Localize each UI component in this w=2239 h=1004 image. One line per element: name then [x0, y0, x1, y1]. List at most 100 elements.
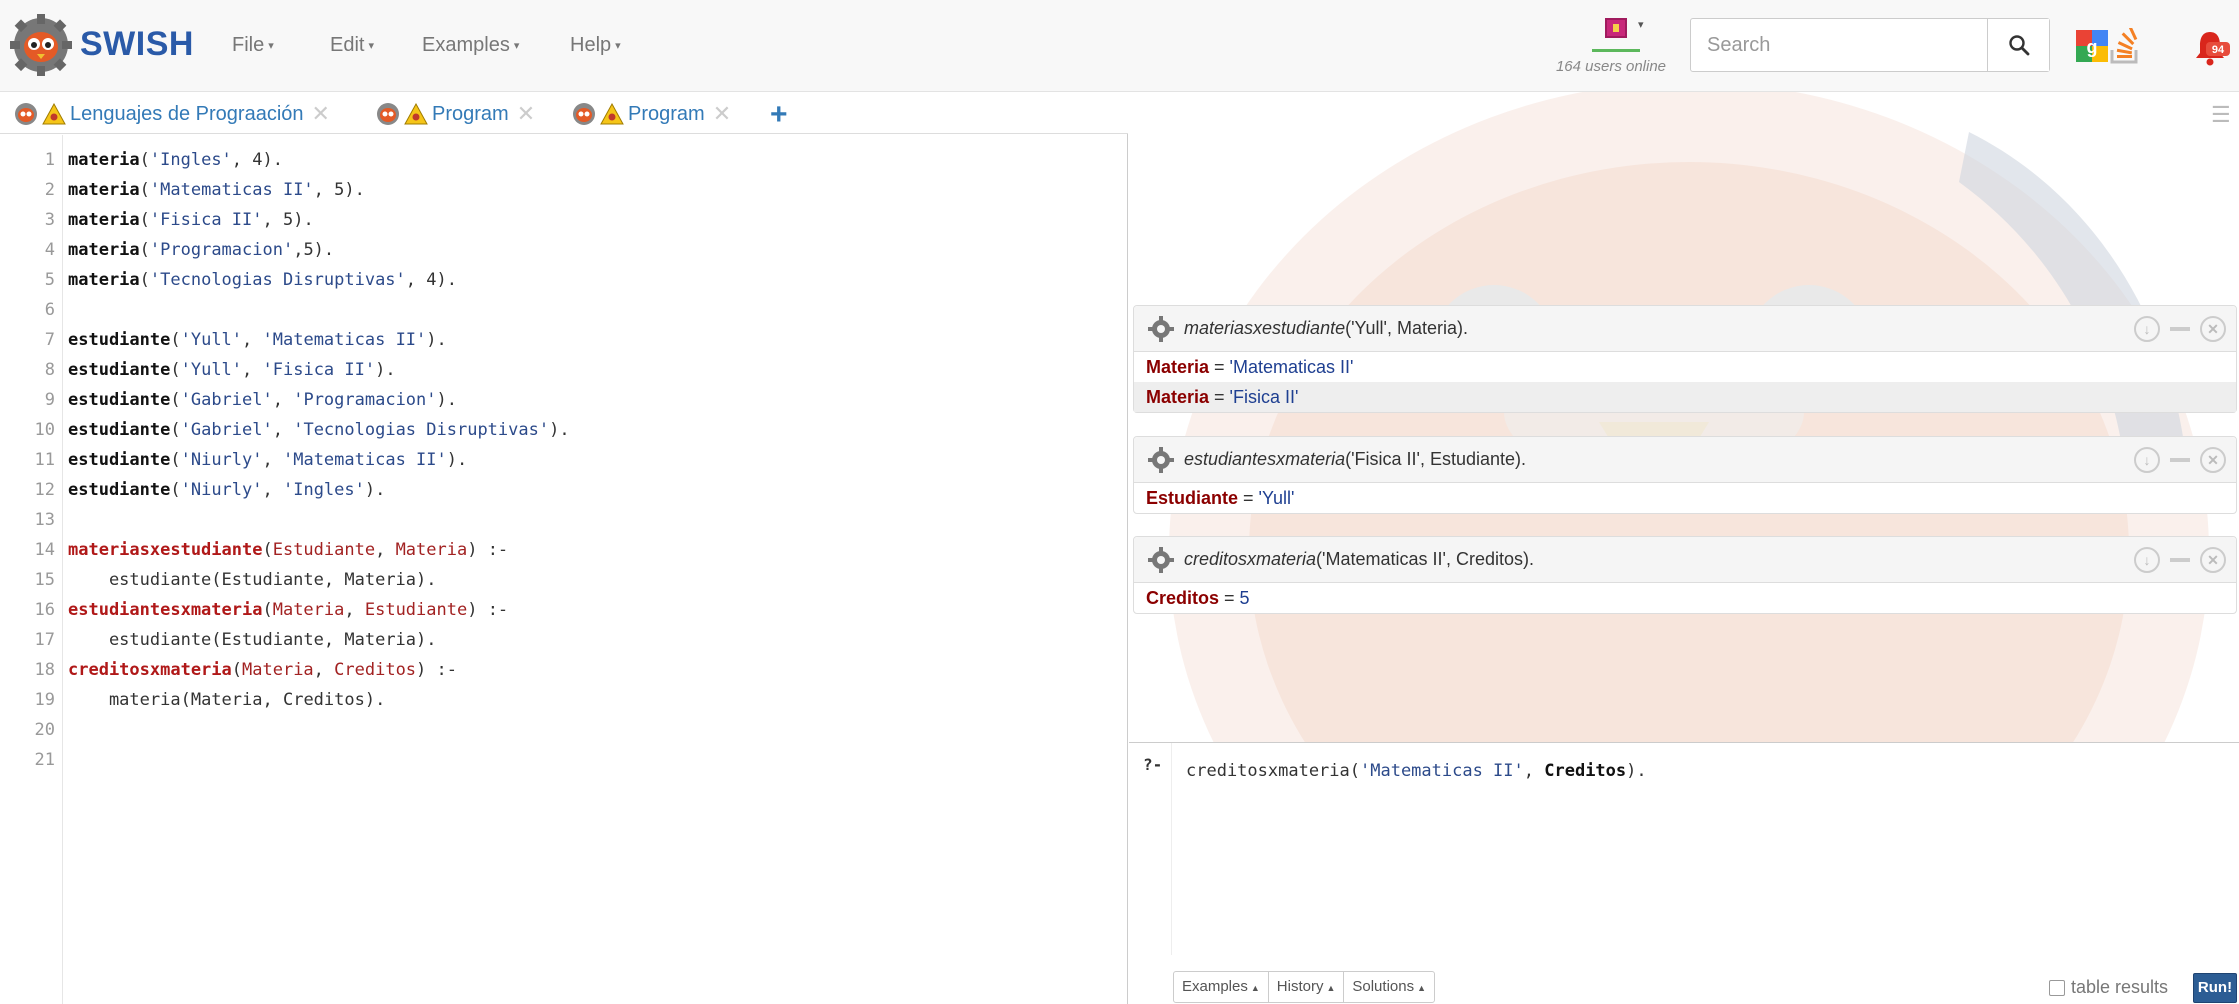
line-number: 15	[34, 570, 55, 590]
atom: 'Gabriel'	[180, 390, 273, 410]
line-number: 5	[44, 270, 55, 290]
answer-variable: Estudiante	[1146, 488, 1239, 508]
hamburger-menu-icon[interactable]: ☰	[2211, 102, 2231, 128]
line-code: estudiante('Gabriel', 'Programacion').	[68, 385, 457, 415]
line-number: 11	[34, 450, 55, 470]
answer-row: Creditos = 5	[1134, 583, 2236, 613]
google-login-icon[interactable]: g	[2076, 30, 2108, 62]
menu-examples[interactable]: Examples ▾	[422, 34, 519, 57]
answer-header: creditosxmateria('Matematicas II', Credi…	[1134, 537, 2236, 583]
line-code: estudiante('Yull', 'Fisica II').	[68, 355, 396, 385]
close-icon[interactable]: ✕	[2200, 316, 2226, 342]
code-line: 2 materia('Matematicas II', 5).	[0, 175, 1127, 205]
punct: ,5).	[293, 240, 335, 260]
line-code: materia('Matematicas II', 5).	[68, 175, 365, 205]
query-args: ('Fisica II', Estudiante).	[1345, 449, 1527, 469]
gear-icon	[1148, 446, 1174, 473]
atom: 'Tecnologias Disruptivas'	[293, 420, 550, 440]
punct: ) :-	[467, 540, 509, 560]
predicate: materia	[68, 210, 140, 230]
results-pane: ☰ materiasxestudiante('Yull', Materia). …	[1129, 92, 2239, 1004]
add-tab-icon[interactable]: +	[770, 98, 788, 132]
download-icon[interactable]: ↓	[2134, 547, 2160, 573]
caret-down-icon: ▾	[268, 40, 274, 53]
run-button[interactable]: Run!	[2193, 973, 2237, 1003]
variable: Materia	[344, 630, 417, 650]
menu-help[interactable]: Help ▾	[570, 34, 621, 57]
variable: Estudiante	[364, 600, 468, 620]
tab-label: Program	[432, 102, 509, 125]
predicate: estudiante	[68, 360, 171, 380]
table-results-checkbox[interactable]	[2049, 979, 2065, 996]
line-number: 10	[34, 420, 55, 440]
line-code: estudiante('Niurly', 'Ingles').	[68, 475, 385, 505]
program-tabs: Lenguajes de Prograación ✕ Program ✕ Pro…	[0, 92, 1128, 134]
punct: (	[170, 330, 181, 350]
gear-icon	[1148, 546, 1174, 573]
solutions-button[interactable]: Solutions ▲	[1344, 972, 1434, 1002]
query-part: ,	[1523, 761, 1545, 781]
query-args: ('Matematicas II', Creditos).	[1316, 549, 1534, 569]
code-line: 12 estudiante('Niurly', 'Ingles').	[0, 475, 1127, 505]
caret-down-icon: ▾	[1638, 19, 1644, 31]
close-icon[interactable]: ✕	[2200, 547, 2226, 573]
tab-program-2[interactable]: Program ✕	[572, 96, 732, 132]
table-results-toggle[interactable]: table results	[2049, 977, 2168, 998]
tab-lenguajes-de-programacion[interactable]: Lenguajes de Prograación ✕	[14, 96, 330, 132]
close-tab-icon[interactable]: ✕	[517, 101, 535, 127]
swish-logo-icon[interactable]	[10, 14, 72, 76]
close-tab-icon[interactable]: ✕	[312, 101, 330, 127]
line-code: creditosxmateria(Materia, Creditos) :-	[68, 655, 457, 685]
brand-title[interactable]: SWISH	[80, 25, 194, 64]
line-number: 18	[34, 660, 55, 680]
line-code: materia('Ingles', 4).	[68, 145, 283, 175]
answer-value: 'Fisica II'	[1229, 387, 1299, 407]
stackoverflow-login-icon[interactable]	[2108, 28, 2142, 64]
warning-icon	[600, 103, 624, 125]
answer-variable: Materia	[1146, 357, 1210, 377]
examples-button[interactable]: Examples ▲	[1174, 972, 1269, 1002]
code-line: 5 materia('Tecnologias Disruptivas', 4).	[0, 265, 1127, 295]
menu-file-label: File	[232, 34, 265, 56]
notification-bell-icon[interactable]: 94	[2190, 28, 2230, 68]
variable: Estudiante	[272, 540, 376, 560]
answer-query: creditosxmateria('Matematicas II', Credi…	[1184, 549, 1534, 570]
code-line: 10 estudiante('Gabriel', 'Tecnologias Dis…	[0, 415, 1127, 445]
punct: ,	[344, 600, 365, 620]
download-icon[interactable]: ↓	[2134, 447, 2160, 473]
line-number: 12	[34, 480, 55, 500]
variable: Creditos	[282, 690, 365, 710]
tab-program-1[interactable]: Program ✕	[376, 96, 535, 132]
predicate: materia	[68, 180, 140, 200]
notification-count: 94	[2212, 44, 2225, 56]
menu-edit[interactable]: Edit ▾	[330, 34, 374, 57]
line-code: estudiante(Estudiante, Materia).	[68, 625, 437, 655]
punct: ,	[313, 660, 335, 680]
search-input[interactable]	[1691, 19, 1987, 71]
predicate: estudiante	[68, 480, 171, 500]
minimize-icon[interactable]	[2170, 327, 2190, 331]
code-line: 3 materia('Fisica II', 5).	[0, 205, 1127, 235]
menu-file[interactable]: File ▾	[232, 34, 274, 57]
line-code: materia(Materia, Creditos).	[68, 685, 385, 715]
caret-down-icon: ▾	[615, 40, 621, 53]
atom: 'Ingles'	[149, 150, 232, 170]
punct: ).	[549, 420, 570, 440]
search-box	[1690, 18, 2050, 72]
code-editor[interactable]: 1 materia('Ingles', 4). 2 materia('Matemat…	[0, 135, 1127, 1004]
atom: 'Fisica II'	[262, 360, 376, 380]
users-online-widget[interactable]: ▾ 164 users online	[1552, 14, 1670, 80]
query-text: creditosxmateria('Matematicas II', Credi…	[1186, 761, 1647, 781]
punct: ,	[262, 690, 283, 710]
close-icon[interactable]: ✕	[2200, 447, 2226, 473]
answer-box: materiasxestudiante('Yull', Materia). ↓ …	[1133, 305, 2237, 413]
search-button[interactable]	[1987, 19, 2049, 71]
close-tab-icon[interactable]: ✕	[713, 101, 731, 127]
predicate: materia	[68, 270, 140, 290]
query-editor[interactable]: creditosxmateria('Matematicas II', Credi…	[1171, 743, 2239, 955]
minimize-icon[interactable]	[2170, 558, 2190, 562]
history-button[interactable]: History ▲	[1269, 972, 1345, 1002]
warning-icon	[404, 103, 428, 125]
download-icon[interactable]: ↓	[2134, 316, 2160, 342]
minimize-icon[interactable]	[2170, 458, 2190, 462]
